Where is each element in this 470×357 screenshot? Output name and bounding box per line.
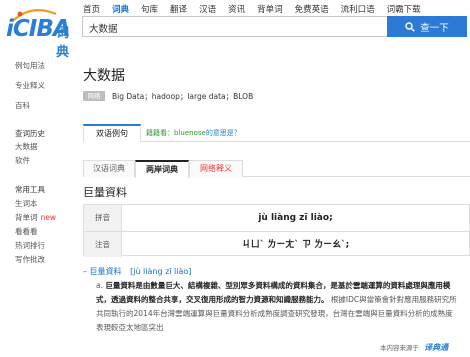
- nav-item-translate[interactable]: 翻译: [170, 3, 187, 15]
- source-brand-logo[interactable]: 译典通: [424, 343, 448, 352]
- tab-chinese-dictionary[interactable]: 汉语词典: [83, 160, 135, 177]
- sidebar-item-examples[interactable]: 例句用法: [15, 60, 45, 71]
- sense-marker: a.: [96, 281, 103, 290]
- sense-heading[interactable]: – 巨量資料 [jù liàng zī liào]: [83, 266, 191, 277]
- section-title: 巨量資料: [83, 186, 127, 199]
- nav-item-home[interactable]: 首页: [83, 3, 100, 15]
- pinyin-value: jù liàng zī liào;: [258, 213, 333, 223]
- sidebar-item-memorize[interactable]: 背单词 new: [15, 212, 56, 223]
- sense-heading-pinyin: [jù liàng zī liào]: [130, 267, 192, 276]
- sidebar-item-history-software[interactable]: 软件: [15, 155, 30, 166]
- tab-cross-strait-dictionary[interactable]: 两岸词典: [135, 160, 189, 178]
- zhuyin-row: 注音 ㄐㄩˋ ㄌㄧㄤˋ ㄗ ㄌㄧㄠˋ;: [84, 231, 469, 257]
- quiz-ticker-suffix: 的意思是？: [205, 129, 241, 137]
- quiz-ticker[interactable]: 籍籍看：bluenose的意思是？: [146, 128, 241, 138]
- dash-icon: –: [83, 267, 87, 276]
- word-definition: Big Data；hadoop；large data；BLOB: [112, 92, 254, 101]
- search-input-value: 大数据: [89, 24, 118, 35]
- page-title: 大数据: [83, 68, 125, 84]
- source-footer: 本内容来源于 译典通: [380, 342, 448, 353]
- zhuyin-label: 注音: [84, 232, 122, 257]
- sidebar-item-history-bigdata[interactable]: 大数据: [15, 141, 38, 152]
- sidebar-item-writing[interactable]: 写作批改: [15, 254, 45, 265]
- sense-heading-title: 巨量資料: [89, 267, 122, 276]
- search-button[interactable]: 查一下: [387, 16, 467, 37]
- nav-item-dictionary[interactable]: 词典: [112, 3, 129, 15]
- pos-badge: 网络: [83, 91, 105, 101]
- sidebar-item-professional[interactable]: 专业释义: [15, 80, 45, 91]
- nav-item-sentences[interactable]: 句库: [141, 3, 158, 15]
- new-badge: new: [40, 213, 57, 222]
- source-label: 本内容来源于: [380, 344, 419, 352]
- sidebar-item-encyclopedia[interactable]: 百科: [15, 100, 30, 111]
- pronunciation-table: 拼音 jù liàng zī liào; 注音 ㄐㄩˋ ㄌㄧㄤˋ ㄗ ㄌㄧㄠˋ;: [83, 204, 470, 257]
- sidebar-item-hot-words[interactable]: 热词排行: [15, 240, 45, 251]
- sense-definition: a. 巨量資料是由數量巨大、結構複雜、型別眾多資料構成的資料集合，是基於雲端運算…: [96, 279, 458, 335]
- nav-item-download[interactable]: 词霸下载: [387, 3, 421, 15]
- nav-item-chinese[interactable]: 汉语: [199, 3, 216, 15]
- tab-bilingual-examples[interactable]: 双语例句: [83, 124, 141, 142]
- top-nav: 首页 词典 句库 翻译 汉语 资讯 背单词 免费英语 流利口语 词霸下载: [83, 3, 433, 15]
- search-button-label: 查一下: [420, 22, 449, 34]
- pinyin-label: 拼音: [84, 205, 122, 231]
- nav-item-vocab[interactable]: 背单词: [257, 3, 283, 15]
- pinyin-row: 拼音 jù liàng zī liào;: [84, 205, 469, 231]
- search-icon: [405, 21, 415, 32]
- sidebar-head-tools: 常用工具: [15, 185, 45, 194]
- logo-cn-text: 词典: [56, 26, 70, 60]
- zhuyin-value: ㄐㄩˋ ㄌㄧㄤˋ ㄗ ㄌㄧㄠˋ;: [241, 240, 350, 250]
- sidebar-head-history: 查词历史: [15, 129, 45, 138]
- nav-item-free-english[interactable]: 免费英语: [295, 3, 329, 15]
- dictionary-tab-bar: 汉语词典 两岸词典 网络释义: [83, 160, 470, 178]
- sidebar-item-look[interactable]: 看看看: [15, 226, 38, 237]
- example-tab-bar: 双语例句 籍籍看：bluenose的意思是？: [83, 124, 470, 142]
- nav-item-news[interactable]: 资讯: [228, 3, 245, 15]
- search-input[interactable]: 大数据: [82, 16, 387, 37]
- tab-web-definitions[interactable]: 网络释义: [189, 160, 243, 177]
- nav-item-oral[interactable]: 流利口语: [341, 3, 375, 15]
- sidebar-item-memorize-label: 背单词: [15, 213, 38, 222]
- quiz-ticker-prefix: 籍籍看：bluenose: [146, 129, 206, 137]
- sidebar-item-wordbook[interactable]: 生词本: [15, 198, 38, 209]
- iciba-logo[interactable]: iCIBA 词典: [6, 6, 78, 60]
